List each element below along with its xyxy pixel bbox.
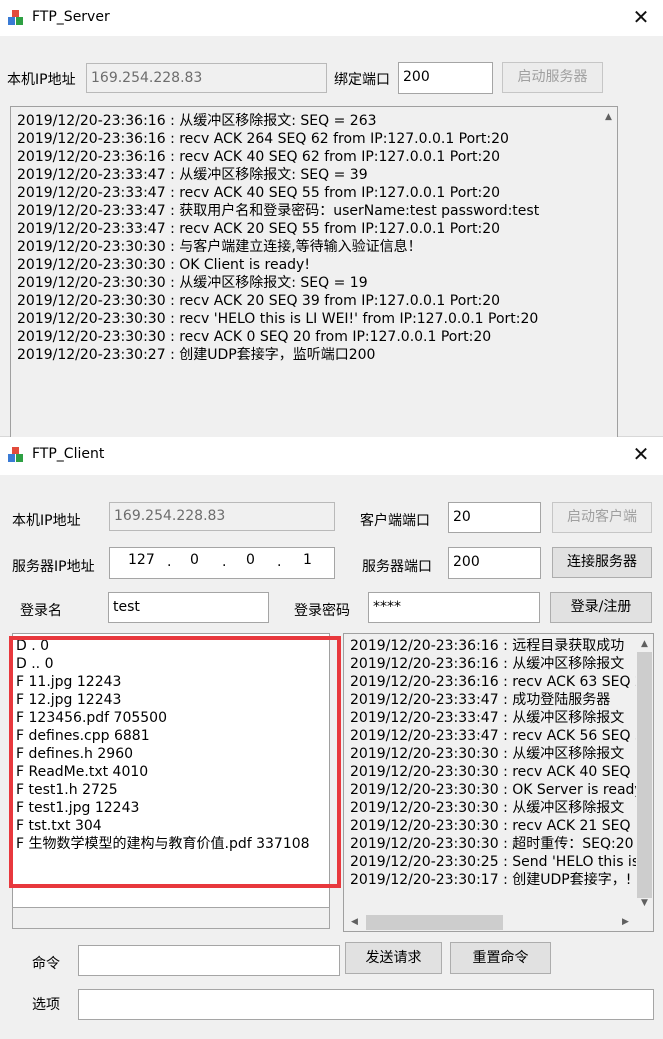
client-window: FTP_Client ✕ 本机IP地址 169.254.228.83 客户端端口… [0,437,663,1039]
ip-label: 本机IP地址 [7,72,76,88]
window-title: FTP_Server [32,9,110,25]
log-line[interactable]: 2019/12/20-23:30:25 : Send 'HELO this is [350,853,636,871]
server-window: FTP_Server ✕ 本机IP地址 169.254.228.83 绑定端口 … [0,0,663,446]
log-line[interactable]: 2019/12/20-23:33:47 : 从缓冲区移除报文: SEQ = 39 [17,166,539,184]
vscroll-thumb[interactable] [637,652,652,898]
scroll-right-icon[interactable]: ▶ [617,914,634,931]
option-field[interactable] [78,989,654,1020]
server-port-label: 服务器端口 [362,559,432,575]
close-icon[interactable]: ✕ [629,442,653,466]
hscroll-thumb[interactable] [366,915,503,930]
log-line[interactable]: 2019/12/20-23:30:30 : recv ACK 20 SEQ 39… [17,292,539,310]
log-line[interactable]: 2019/12/20-23:33:47 : 成功登陆服务器 [350,691,636,709]
ip-octet-4: 1 [303,552,312,568]
ip-octet-1: 127 [128,552,155,568]
login-register-button[interactable]: 登录/注册 [550,592,652,623]
client-titlebar[interactable]: FTP_Client ✕ [0,437,663,475]
log-line[interactable]: 2019/12/20-23:36:16 : 从缓冲区移除报文: SEQ = 26… [17,112,539,130]
client-log-lines: 2019/12/20-23:36:16 : 远程目录获取成功 2019/12/20… [350,637,636,889]
log-line[interactable]: 2019/12/20-23:33:47 : recv ACK 20 SEQ 55… [17,220,539,238]
client-port-field[interactable]: 20 [448,502,541,533]
ip-octet-3: 0 [246,552,255,568]
ip-dot: . [222,554,227,570]
scroll-up-icon[interactable]: ▲ [636,636,653,653]
client-log-vscroll[interactable]: ▲ ▼ [636,634,653,914]
log-line[interactable]: 2019/12/20-23:30:30 : recv 'HELO this is… [17,310,539,328]
log-line[interactable]: 2019/12/20-23:36:16 : recv ACK 264 SEQ 6… [17,130,539,148]
file-list-status [12,907,330,929]
port-field[interactable]: 200 [398,62,493,94]
ip-field[interactable]: 169.254.228.83 [109,502,335,531]
log-line[interactable]: 2019/12/20-23:30:27 : 创建UDP套接字，监听端口200 [17,346,539,364]
client-port-label: 客户端端口 [360,513,430,529]
password-field[interactable]: **** [368,592,540,623]
log-line[interactable]: 2019/12/20-23:36:16 : 从缓冲区移除报文 [350,655,636,673]
client-log-list[interactable]: 2019/12/20-23:36:16 : 远程目录获取成功 2019/12/20… [343,633,654,932]
scroll-down-icon[interactable]: ▼ [636,895,653,912]
ip-octet-2: 0 [190,552,199,568]
log-line[interactable]: 2019/12/20-23:30:30 : OK Client is ready… [17,256,539,274]
server-ip-field[interactable]: 127 . 0 . 0 . 1 [109,547,335,579]
log-line[interactable]: 2019/12/20-23:36:16 : recv ACK 40 SEQ 62… [17,148,539,166]
command-field[interactable] [78,945,340,976]
server-log-lines: 2019/12/20-23:36:16 : 从缓冲区移除报文: SEQ = 26… [17,112,539,364]
window-title: FTP_Client [32,446,105,462]
scroll-left-icon[interactable]: ◀ [346,914,363,931]
server-ip-label: 服务器IP地址 [12,559,95,575]
option-label: 选项 [32,997,60,1013]
login-label: 登录名 [20,603,62,619]
log-line[interactable]: 2019/12/20-23:33:47 : 获取用户名和登录密码：userNam… [17,202,539,220]
log-line[interactable]: 2019/12/20-23:33:47 : recv ACK 56 SEQ 3 [350,727,636,745]
log-line[interactable]: 2019/12/20-23:36:16 : 远程目录获取成功 [350,637,636,655]
client-log-hscroll[interactable]: ◀ ▶ [344,914,636,931]
app-blocks-icon [8,10,23,25]
server-port-field[interactable]: 200 [448,547,541,579]
log-line[interactable]: 2019/12/20-23:30:30 : recv ACK 40 SEQ 1 [350,763,636,781]
start-client-button[interactable]: 启动客户端 [552,502,652,533]
log-line[interactable]: 2019/12/20-23:36:16 : recv ACK 63 SEQ 2 [350,673,636,691]
log-line[interactable]: 2019/12/20-23:30:30 : recv ACK 0 SEQ 20 … [17,328,539,346]
log-line[interactable]: 2019/12/20-23:30:30 : 与客户端建立连接,等待输入验证信息！ [17,238,539,256]
password-label: 登录密码 [294,603,350,619]
highlight-box [9,636,341,888]
ip-field[interactable]: 169.254.228.83 [86,63,327,93]
ip-dot: . [167,554,172,570]
log-line[interactable]: 2019/12/20-23:30:30 : 超时重传：SEQ:20 [350,835,636,853]
server-log-list[interactable]: 2019/12/20-23:36:16 : 从缓冲区移除报文: SEQ = 26… [10,106,618,446]
log-line[interactable]: 2019/12/20-23:30:30 : recv ACK 21 SEQ 1 [350,817,636,835]
port-label: 绑定端口 [334,72,390,88]
command-label: 命令 [32,956,60,972]
ip-dot: . [277,554,282,570]
log-line[interactable]: 2019/12/20-23:30:30 : OK Server is ready [350,781,636,799]
connect-server-button[interactable]: 连接服务器 [552,547,652,578]
log-line[interactable]: 2019/12/20-23:33:47 : 从缓冲区移除报文 [350,709,636,727]
ip-label: 本机IP地址 [12,513,81,529]
log-line[interactable]: 2019/12/20-23:30:17 : 创建UDP套接字，! [350,871,636,889]
app-blocks-icon [8,447,23,462]
log-line[interactable]: 2019/12/20-23:30:30 : 从缓冲区移除报文 [350,745,636,763]
reset-command-button[interactable]: 重置命令 [450,942,551,974]
server-titlebar[interactable]: FTP_Server ✕ [0,0,663,36]
scroll-up-icon[interactable]: ▲ [600,109,617,126]
login-field[interactable]: test [108,592,269,623]
log-line[interactable]: 2019/12/20-23:30:30 : 从缓冲区移除报文: SEQ = 19 [17,274,539,292]
server-log-scrollbar[interactable]: ▲ [600,107,617,445]
log-line[interactable]: 2019/12/20-23:33:47 : recv ACK 40 SEQ 55… [17,184,539,202]
send-request-button[interactable]: 发送请求 [345,942,442,974]
start-server-button[interactable]: 启动服务器 [502,62,603,93]
log-line[interactable]: 2019/12/20-23:30:30 : 从缓冲区移除报文 [350,799,636,817]
close-icon[interactable]: ✕ [629,5,653,29]
